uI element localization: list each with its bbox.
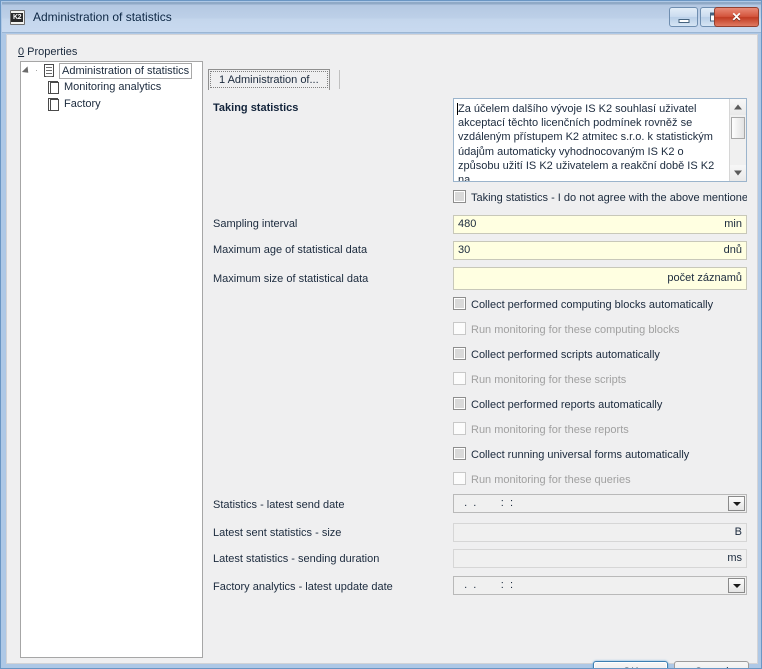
checkbox-label: Collect performed computing blocks autom… (471, 299, 714, 311)
checkbox-box-icon[interactable] (453, 190, 466, 203)
tree-item-label: Factory (64, 98, 101, 110)
input-sampling-interval[interactable]: 480 min (453, 215, 747, 234)
checkbox-label: Collect running universal forms automati… (471, 449, 690, 461)
checkbox-run-monitoring-queries: Run monitoring for these queries (453, 472, 747, 488)
checkbox-run-monitoring-computing-blocks: Run monitoring for these computing block… (453, 322, 747, 338)
checkbox-run-monitoring-reports: Run monitoring for these reports (453, 422, 747, 438)
tree-item-administration-of-statistics[interactable]: · Administration of statistics (21, 62, 202, 79)
input-maximum-size-of-statistical-data[interactable]: počet záznamů (453, 267, 747, 290)
scroll-up-icon[interactable] (730, 99, 746, 115)
label-maximum-size-of-statistical-data: Maximum size of statistical data (213, 273, 369, 285)
chevron-down-icon[interactable] (728, 496, 745, 511)
scrollbar-thumb[interactable] (731, 117, 745, 139)
input-statistics-latest-send-date[interactable]: . . : : (453, 494, 747, 513)
checkbox-taking-statistics-disagree[interactable]: Taking statistics - I do not agree with … (453, 190, 747, 206)
label-factory-analytics-latest-update-date: Factory analytics - latest update date (213, 581, 393, 593)
checkbox-collect-scripts[interactable]: Collect performed scripts automatically (453, 347, 747, 363)
label-sampling-interval: Sampling interval (213, 218, 298, 230)
checkbox-box-icon[interactable] (453, 447, 466, 460)
checkbox-box-icon (453, 322, 466, 335)
minimize-icon (678, 19, 689, 23)
checkbox-box-icon[interactable] (453, 347, 466, 360)
checkbox-label: Run monitoring for these queries (471, 474, 631, 486)
properties-label: 0 Properties (18, 46, 77, 58)
label-latest-statistics-sending-duration: Latest statistics - sending duration (213, 553, 380, 565)
input-unit: ms (727, 552, 742, 564)
label-statistics-latest-send-date: Statistics - latest send date (213, 499, 345, 511)
license-text: Za účelem dalšího vývoje IS K2 souhlasí … (458, 103, 715, 182)
input-factory-analytics-latest-update-date[interactable]: . . : : (453, 576, 747, 595)
chevron-down-icon[interactable] (728, 578, 745, 593)
input-value: 30 (458, 244, 471, 256)
title-bar: K2 Administration of statistics ✕ (2, 2, 761, 33)
scroll-down-icon[interactable] (730, 165, 746, 181)
pages-icon (47, 97, 59, 112)
window-title: Administration of statistics (33, 10, 172, 24)
pages-icon (47, 80, 59, 95)
dialog-client-area: 0 Properties · Administration of statisti… (6, 34, 758, 668)
expander-collapse-icon[interactable] (23, 65, 34, 76)
input-latest-sent-statistics-size: B (453, 523, 747, 542)
input-unit: počet záznamů (667, 272, 742, 284)
checkbox-box-icon (453, 422, 466, 435)
checkbox-label: Run monitoring for these scripts (471, 374, 627, 386)
input-value: . . : : (458, 579, 514, 591)
checkbox-box-icon[interactable] (453, 397, 466, 410)
checkbox-label: Taking statistics - I do not agree with … (471, 192, 747, 204)
input-latest-statistics-sending-duration: ms (453, 549, 747, 568)
checkbox-label: Run monitoring for these computing block… (471, 324, 680, 336)
properties-label-text: Properties (24, 46, 78, 58)
input-unit: B (734, 526, 742, 538)
checkbox-label: Run monitoring for these reports (471, 424, 629, 436)
tree-item-label: Monitoring analytics (64, 81, 162, 93)
license-scrollbar[interactable] (729, 99, 746, 181)
input-unit: min (724, 218, 742, 230)
close-button[interactable]: ✕ (714, 7, 759, 27)
checkbox-collect-reports[interactable]: Collect performed reports automatically (453, 397, 747, 413)
checkbox-label: Collect performed reports automatically (471, 399, 663, 411)
input-value: 480 (458, 218, 477, 230)
cancel-button[interactable]: Cancel (674, 661, 749, 668)
ok-button[interactable]: OK (593, 661, 668, 668)
dialog-window: K2 Administration of statistics ✕ 0 Prop… (0, 0, 762, 669)
tree-item-monitoring-analytics[interactable]: Monitoring analytics (21, 79, 202, 96)
tree-item-label: Administration of statistics (59, 62, 193, 79)
properties-tree[interactable]: · Administration of statistics Monitoring… (20, 61, 203, 658)
license-textarea[interactable]: Za účelem dalšího vývoje IS K2 souhlasí … (453, 98, 747, 182)
k2-app-icon: K2 (10, 10, 27, 26)
input-unit: dnů (723, 244, 742, 256)
section-title: Taking statistics (213, 102, 299, 114)
checkbox-label: Collect performed scripts automatically (471, 349, 660, 361)
checkbox-run-monitoring-scripts: Run monitoring for these scripts (453, 372, 747, 388)
label-maximum-age-of-statistical-data: Maximum age of statistical data (213, 244, 368, 256)
tab-divider (339, 70, 340, 89)
checkbox-box-icon (453, 372, 466, 385)
input-value: . . : : (458, 497, 514, 509)
checkbox-box-icon[interactable] (453, 297, 466, 310)
input-maximum-age-of-statistical-data[interactable]: 30 dnů (453, 241, 747, 260)
tab-administration-of-statistics[interactable]: 1 Administration of... (208, 69, 330, 90)
label-latest-sent-statistics-size: Latest sent statistics - size (213, 527, 342, 539)
tree-item-factory[interactable]: Factory (21, 96, 202, 113)
tab-strip: 1 Administration of... (208, 69, 748, 90)
close-icon: ✕ (731, 10, 742, 24)
minimize-button[interactable] (669, 7, 698, 27)
page-icon (43, 63, 55, 78)
checkbox-collect-computing-blocks[interactable]: Collect performed computing blocks autom… (453, 297, 747, 313)
tree-connector: · (35, 65, 38, 75)
checkbox-box-icon (453, 472, 466, 485)
checkbox-collect-universal-forms[interactable]: Collect running universal forms automati… (453, 447, 747, 463)
